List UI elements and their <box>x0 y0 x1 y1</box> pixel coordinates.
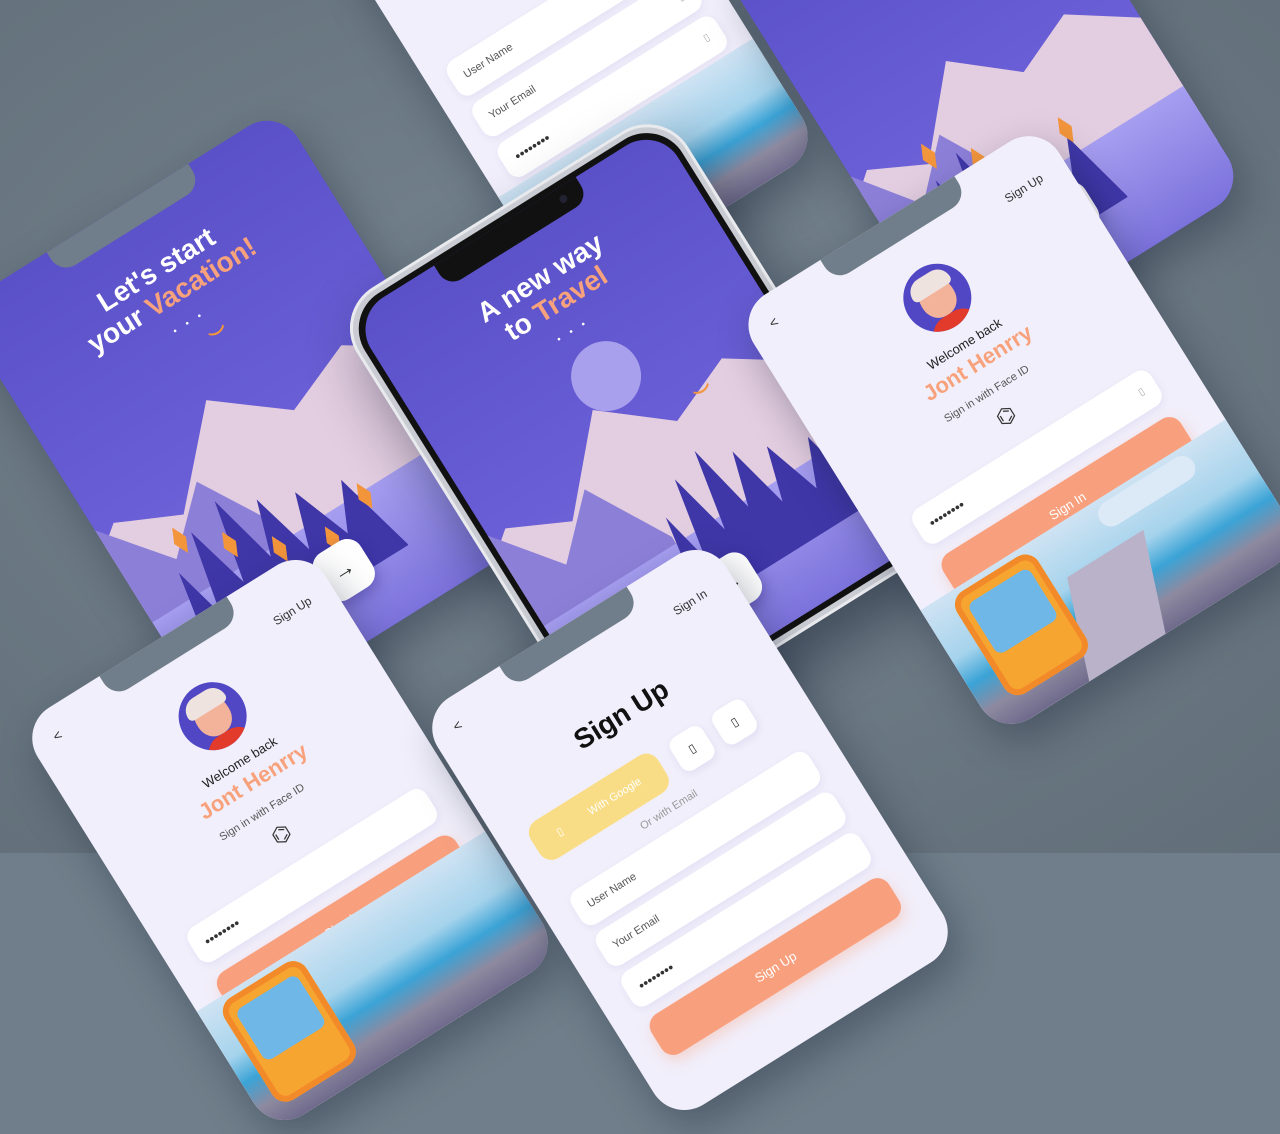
chevron-left-icon[interactable]: < <box>450 716 465 734</box>
face-id-icon[interactable]: ⌬ <box>991 400 1021 432</box>
chevron-left-icon[interactable]: < <box>766 313 781 331</box>
field-icon: ▯ <box>676 0 687 3</box>
facebook-button[interactable]: ▯ <box>708 695 761 749</box>
chevron-left-icon[interactable]: < <box>50 726 65 744</box>
email-placeholder: Your Email <box>610 912 662 952</box>
camera-icon <box>557 193 569 205</box>
google-label: With Google <box>586 775 644 818</box>
google-icon: ▯ <box>554 824 566 839</box>
user-name-placeholder: User Name <box>461 41 516 81</box>
signup-link[interactable]: Sign Up <box>1002 171 1046 206</box>
password-mask: •••••••• <box>201 914 243 950</box>
user-name-placeholder: User Name <box>585 870 639 911</box>
password-mask: •••••••• <box>635 959 677 994</box>
arrow-right-icon: → <box>327 553 360 587</box>
page-title: Sign Up <box>568 673 675 756</box>
signin-link[interactable]: Sign In <box>671 587 710 619</box>
apple-button[interactable]: ▯ <box>665 722 719 775</box>
email-placeholder: Your Email <box>487 83 539 122</box>
password-mask: •••••••• <box>511 129 554 164</box>
eye-icon: ▯ <box>701 31 712 44</box>
eye-icon: ▯ <box>1136 385 1147 398</box>
signup-link[interactable]: Sign Up <box>271 594 315 629</box>
face-id-icon[interactable]: ⌬ <box>266 819 296 851</box>
password-mask: •••••••• <box>925 496 968 531</box>
